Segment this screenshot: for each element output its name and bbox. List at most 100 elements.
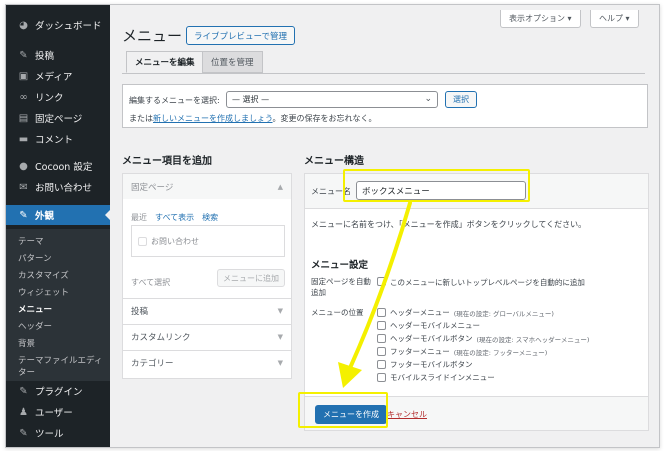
admin-sidebar: ◕ ダッシュボード ✎ 投稿 ▣ メディア ∞ リンク ▤ 固定ページ ▬ コメント ● Co… xyxy=(6,5,111,447)
accordion-categories[interactable]: カテゴリー ▼ xyxy=(123,350,291,375)
caret-down-icon: ▼ xyxy=(277,359,283,367)
checkbox[interactable] xyxy=(377,360,386,369)
tab-view-all[interactable]: すべて表示 xyxy=(155,212,194,223)
menu-name-input[interactable]: ボックスメニュー xyxy=(356,181,526,200)
auto-add-option[interactable]: このメニューに新しいトップレベルページを自動的に追加 xyxy=(377,277,607,288)
pages-tabs: 最近 すべて表示 検索 xyxy=(131,212,218,223)
cancel-link[interactable]: キャンセル xyxy=(387,409,427,420)
link-icon: ∞ xyxy=(19,91,28,103)
menu-select-panel: 編集するメニューを選択: — 選択 — ⌄ 選択 または新しいメニューを作成しま… xyxy=(122,84,648,128)
accordion-label: カスタムリンク xyxy=(131,333,191,343)
sidebar-item-tools[interactable]: ✎ ツール xyxy=(6,423,110,443)
submenu-item-theme-editor[interactable]: テーマファイルエディ xyxy=(18,354,102,366)
tab-edit-menus[interactable]: メニューを編集 xyxy=(126,51,204,73)
sidebar-item-users[interactable]: ♟ ユーザー xyxy=(6,402,110,422)
hint-prefix: または xyxy=(129,114,153,123)
tool-icon: ✎ xyxy=(19,427,28,439)
select-button[interactable]: 選択 xyxy=(445,91,477,108)
checkbox[interactable] xyxy=(377,321,386,330)
accordion-custom-links[interactable]: カスタムリンク ▼ xyxy=(123,324,291,349)
pin-icon: ✎ xyxy=(19,49,28,61)
comment-icon: ▬ xyxy=(18,133,29,145)
auto-add-label: 固定ページを自動追加 xyxy=(311,277,371,297)
submenu-item-theme-editor-cont[interactable]: ター xyxy=(18,366,35,378)
pages-list: お問い合わせ xyxy=(131,225,285,257)
location-footer-menu[interactable]: フッターメニュー (現在の設定: フッターメニュー) xyxy=(377,346,547,357)
auto-add-checkbox[interactable] xyxy=(377,277,386,286)
add-items-accordion: 固定ページ ▲ 最近 すべて表示 検索 お問い合わせ すべて選択 メニューに追加 … xyxy=(122,173,292,379)
caret-down-icon: ▼ xyxy=(277,307,283,315)
sidebar-item-plugins[interactable]: ✎ プラグイン xyxy=(6,381,110,401)
location-name: フッターメニュー xyxy=(390,347,450,356)
sidebar-item-label: ユーザー xyxy=(35,408,73,419)
list-item-label: お問い合わせ xyxy=(151,237,199,246)
location-header-mobile-button[interactable]: ヘッダーモバイルボタン (現在の設定: スマホヘッダーメニュー) xyxy=(377,333,589,344)
hint-suffix: 。変更の保存をお忘れなく。 xyxy=(272,114,377,123)
add-menu-items-heading: メニュー項目を追加 xyxy=(122,156,212,167)
tab-manage-locations[interactable]: 位置を管理 xyxy=(202,51,263,73)
appearance-icon: ✎ xyxy=(19,209,28,221)
chevron-down-icon: ⌄ xyxy=(424,94,432,104)
menu-name-label: メニュー名 xyxy=(311,187,351,196)
location-header-mobile-menu[interactable]: ヘッダーモバイルメニュー xyxy=(377,320,484,331)
tab-search[interactable]: 検索 xyxy=(202,212,218,223)
media-icon: ▣ xyxy=(18,70,29,82)
sidebar-item-contact[interactable]: ✉ お問い合わせ xyxy=(6,177,110,197)
user-icon: ♟ xyxy=(19,406,28,418)
menu-select-label: 編集するメニューを選択: xyxy=(129,96,220,105)
screen-options-button[interactable]: 表示オプション ▾ xyxy=(500,10,581,28)
sidebar-item-label: 外観 xyxy=(35,211,55,222)
sidebar-item-label: 投稿 xyxy=(35,51,55,62)
submenu-item-themes[interactable]: テーマ xyxy=(18,235,44,247)
checkbox[interactable] xyxy=(377,308,386,317)
auto-add-text: このメニューに新しいトップレベルページを自動的に追加 xyxy=(390,278,585,287)
location-name: モバイルスライドインメニュー xyxy=(390,373,495,382)
submenu-item-patterns[interactable]: パターン xyxy=(18,252,52,264)
location-name: ヘッダーメニュー xyxy=(390,308,450,317)
help-button[interactable]: ヘルプ ▾ xyxy=(590,10,639,28)
menu-select-value: — 選択 — xyxy=(232,95,270,104)
select-all-label[interactable]: すべて選択 xyxy=(131,277,170,288)
submenu-item-widgets[interactable]: ウィジェット xyxy=(18,286,69,298)
sidebar-item-links[interactable]: ∞ リンク xyxy=(6,87,110,107)
admin-window: ◕ ダッシュボード ✎ 投稿 ▣ メディア ∞ リンク ▤ 固定ページ ▬ コメント ● Co… xyxy=(5,4,660,448)
menu-structure-panel: メニュー名 ボックスメニュー メニューに名前をつけ、「メニューを作成」ボタンをク… xyxy=(304,173,649,431)
cocoon-icon: ● xyxy=(19,160,28,172)
sidebar-item-label: ダッシュボード xyxy=(35,21,102,32)
location-note: (現在の設定: スマホヘッダーメニュー) xyxy=(476,335,590,344)
tab-recent[interactable]: 最近 xyxy=(131,212,147,223)
sidebar-item-label: Cocoon 設定 xyxy=(35,162,93,173)
submenu-item-background[interactable]: 背景 xyxy=(18,337,35,349)
sidebar-item-pages[interactable]: ▤ 固定ページ xyxy=(6,108,110,128)
sidebar-item-comments[interactable]: ▬ コメント xyxy=(6,129,110,149)
submenu-item-header[interactable]: ヘッダー xyxy=(18,320,52,332)
menu-positions-label: メニューの位置 xyxy=(311,308,364,317)
submenu-item-customize[interactable]: カスタマイズ xyxy=(18,269,69,281)
checkbox[interactable] xyxy=(377,347,386,356)
checkbox[interactable] xyxy=(138,237,147,246)
live-preview-button[interactable]: ライブプレビューで管理 xyxy=(186,26,295,45)
menu-name-bar: メニュー名 ボックスメニュー xyxy=(305,174,648,209)
sidebar-item-media[interactable]: ▣ メディア xyxy=(6,66,110,86)
accordion-fixed-pages[interactable]: 固定ページ ▲ xyxy=(123,174,291,199)
sidebar-item-posts[interactable]: ✎ 投稿 xyxy=(6,45,110,65)
location-footer-mobile-button[interactable]: フッターモバイルボタン xyxy=(377,359,477,370)
create-new-menu-link[interactable]: 新しいメニューを作成しましょう xyxy=(153,114,273,123)
create-menu-button[interactable]: メニューを作成 xyxy=(315,405,387,424)
menu-select-dropdown[interactable]: — 選択 — ⌄ xyxy=(226,91,438,108)
accordion-label: 固定ページ xyxy=(131,182,174,193)
add-to-menu-button[interactable]: メニューに追加 xyxy=(217,269,285,287)
sidebar-item-cocoon[interactable]: ● Cocoon 設定 xyxy=(6,156,110,176)
accordion-posts[interactable]: 投稿 ▼ xyxy=(123,298,291,323)
plugin-icon: ✎ xyxy=(19,385,28,397)
sidebar-item-label: 固定ページ xyxy=(35,114,83,125)
checkbox[interactable] xyxy=(377,373,386,382)
checkbox[interactable] xyxy=(377,334,386,343)
location-mobile-slide-in[interactable]: モバイルスライドインメニュー xyxy=(377,372,499,383)
submenu-item-menus[interactable]: メニュー xyxy=(18,303,52,315)
sidebar-item-appearance[interactable]: ✎ 外観 xyxy=(6,205,111,225)
menu-settings-heading: メニュー設定 xyxy=(311,260,369,271)
location-header-menu[interactable]: ヘッダーメニュー (現在の設定: グローバルメニュー) xyxy=(377,307,554,318)
list-item[interactable]: お問い合わせ xyxy=(138,236,199,247)
sidebar-item-dashboard[interactable]: ◕ ダッシュボード xyxy=(6,15,110,35)
